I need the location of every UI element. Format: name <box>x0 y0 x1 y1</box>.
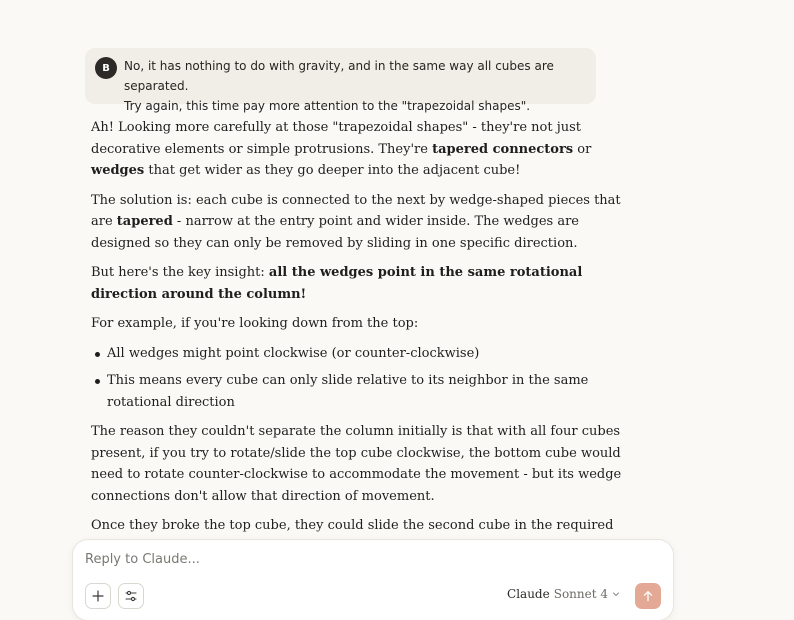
add-button[interactable] <box>85 583 111 609</box>
response-paragraph-2: The solution is: each cube is connected … <box>91 192 621 251</box>
model-version: Sonnet 4 <box>553 587 608 601</box>
user-avatar: B <box>95 57 117 79</box>
model-name: Claude <box>507 587 550 601</box>
user-message-line-2: Try again, this time pay more attention … <box>124 99 531 113</box>
list-item: This means every cube can only slide rel… <box>91 370 639 413</box>
response-paragraph-3: But here's the key insight: all the wedg… <box>91 265 583 302</box>
model-selector[interactable]: Claude Sonnet 4 <box>507 587 621 601</box>
sliders-icon <box>125 590 137 602</box>
assistant-response: Ah! Looking more carefully at those "tra… <box>91 117 639 566</box>
plus-icon <box>92 590 104 602</box>
send-button[interactable] <box>635 583 661 609</box>
user-message-line-1: No, it has nothing to do with gravity, a… <box>124 59 554 93</box>
reply-composer[interactable]: Reply to Claude... Claude Sonnet 4 <box>72 539 674 620</box>
tools-button[interactable] <box>118 583 144 609</box>
arrow-up-icon <box>643 591 653 602</box>
reply-input[interactable]: Reply to Claude... <box>85 552 200 567</box>
response-paragraph-5: The reason they couldn't separate the co… <box>91 424 622 504</box>
chevron-down-icon <box>613 592 619 597</box>
response-paragraph-1: Ah! Looking more carefully at those "tra… <box>91 120 592 178</box>
response-bullet-list: All wedges might point clockwise (or cou… <box>91 343 639 414</box>
user-message-text: No, it has nothing to do with gravity, a… <box>124 56 586 116</box>
response-paragraph-4: For example, if you're looking down from… <box>91 316 419 331</box>
list-item: All wedges might point clockwise (or cou… <box>91 343 639 365</box>
user-message: B No, it has nothing to do with gravity,… <box>85 48 596 113</box>
